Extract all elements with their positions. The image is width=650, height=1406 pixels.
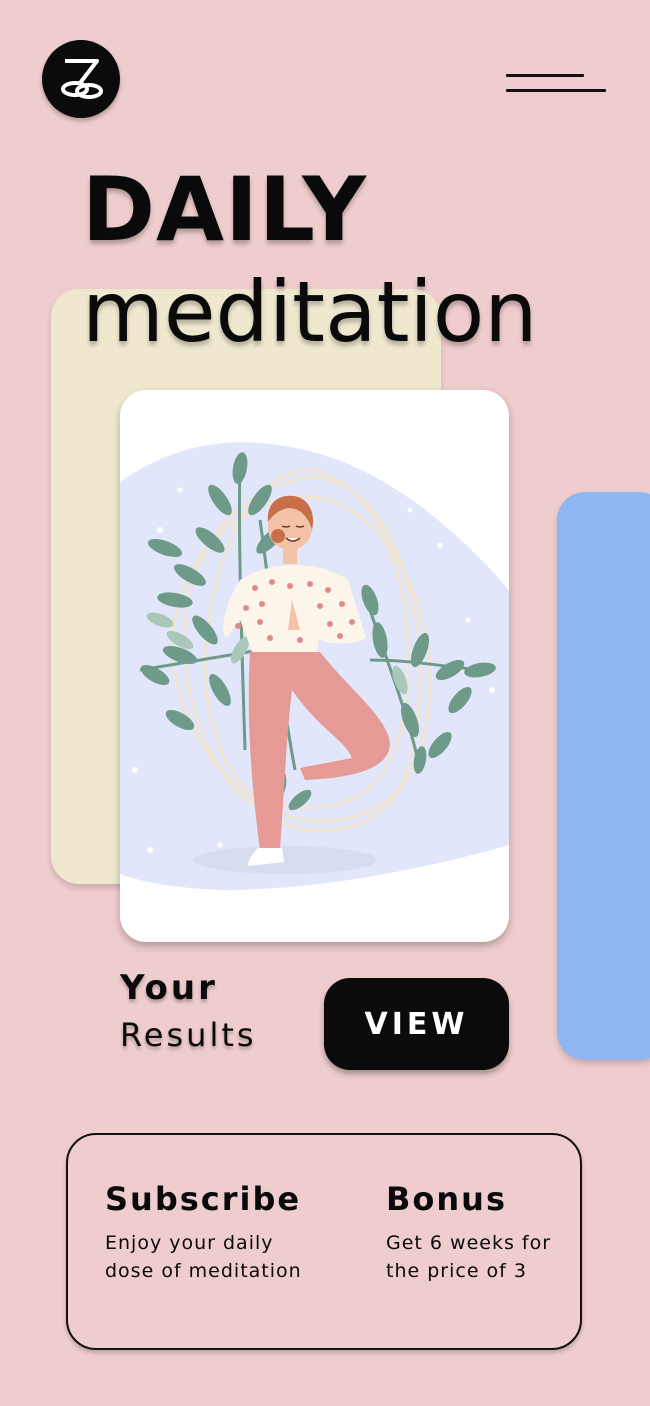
bonus-section[interactable]: Bonus Get 6 weeks for the price of 3: [386, 1177, 576, 1285]
hamburger-menu-icon[interactable]: [506, 72, 606, 98]
results-label-results: Results: [120, 1016, 257, 1054]
bonus-text: Get 6 weeks for the price of 3: [386, 1232, 552, 1282]
menu-line: [506, 89, 606, 92]
bonus-heading: Bonus: [386, 1180, 507, 1218]
results-label-your: Your: [120, 968, 218, 1008]
page-title-meditation: meditation: [82, 263, 538, 361]
subscribe-heading: Subscribe: [105, 1180, 302, 1218]
subscribe-section[interactable]: Subscribe Enjoy your daily dose of medit…: [105, 1177, 325, 1285]
menu-line: [506, 74, 584, 77]
woman-tree-pose-yoga-illustration: [120, 442, 509, 890]
side-card-blue[interactable]: [557, 492, 650, 1060]
view-button[interactable]: VIEW: [324, 978, 509, 1070]
subscription-info-box: Subscribe Enjoy your daily dose of medit…: [66, 1133, 582, 1350]
meditation-illustration-card[interactable]: [120, 390, 509, 942]
lotus-logo-icon: [61, 59, 103, 99]
logo[interactable]: [42, 40, 120, 118]
subscribe-text: Enjoy your daily dose of meditation: [105, 1232, 302, 1282]
page-title-daily: DAILY: [82, 158, 367, 261]
